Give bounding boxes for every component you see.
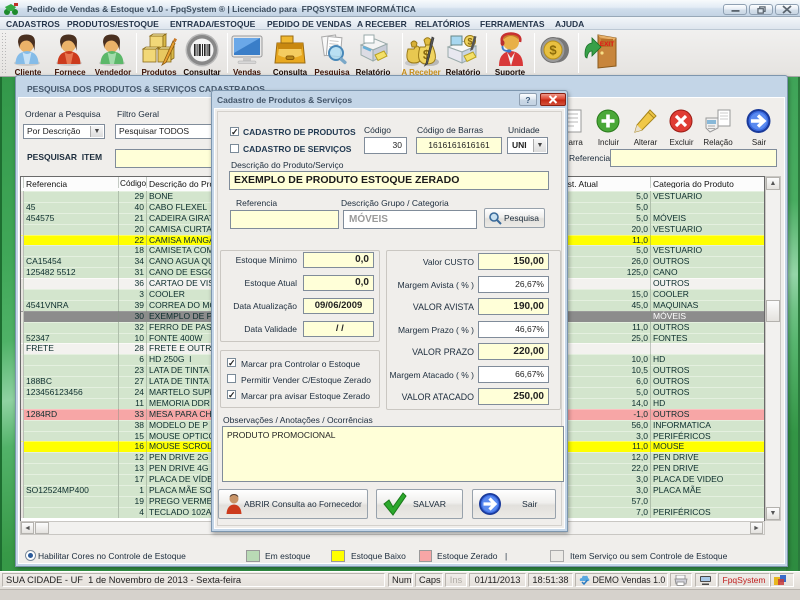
svg-text:EXIT: EXIT	[600, 41, 614, 48]
svg-text:$: $	[549, 43, 557, 58]
